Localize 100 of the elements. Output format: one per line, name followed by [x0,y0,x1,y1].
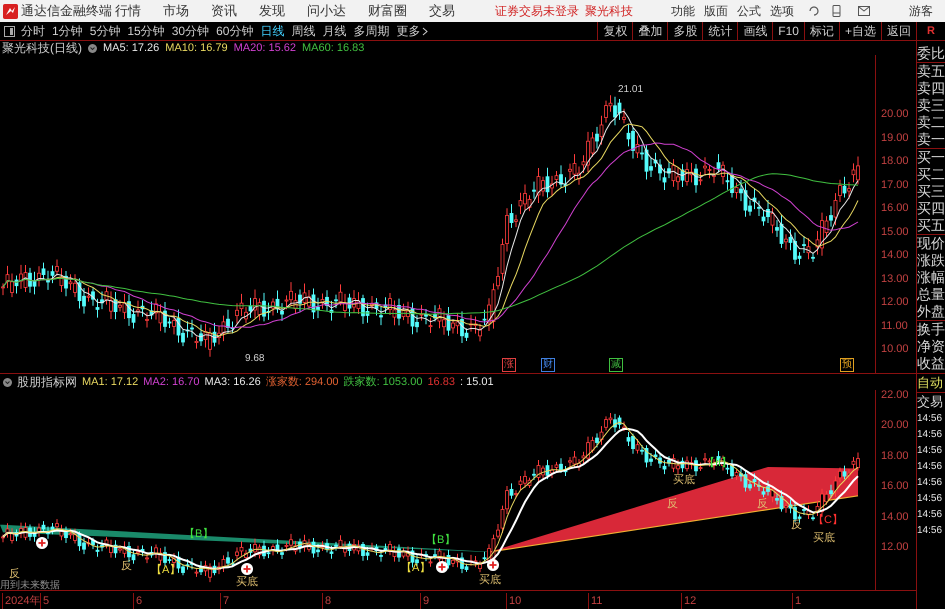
menu-item[interactable]: 问小达 [307,1,346,21]
mail-icon[interactable] [858,6,870,16]
quote-label: 卖四 [917,80,945,97]
quote-label: 卖二 [917,114,945,131]
toolbar-button[interactable]: 叠加 [632,22,668,40]
plus-circle-icon [436,561,448,573]
menu-item[interactable]: 资讯 [211,1,237,21]
time-axis-label: 8 [322,593,332,609]
chart-title: 聚光科技(日线) [2,40,82,57]
quote-label: 总量 [917,286,945,303]
time-axis-label: 12 [681,593,696,609]
indicator-value: MA60: 16.83 [302,40,364,56]
axis-label: 12.00 [881,295,909,310]
high-price-label: 21.01 [618,83,644,97]
menu-item[interactable]: 功能 [671,2,695,20]
quote-label: 卖一 [917,131,945,148]
time-axis-label: 11 [588,593,602,609]
axis-label: 16.00 [881,201,909,216]
indicator-value: MA5: 17.26 [103,40,160,56]
indicator-value: 16.83 [427,374,455,390]
quote-label: 买四 [917,200,945,217]
period-tab[interactable]: 60分钟 [216,22,254,40]
period-tab[interactable]: 1分钟 [52,22,83,40]
menu-item[interactable]: 发现 [259,1,285,21]
period-tab[interactable]: 5分钟 [90,22,120,40]
period-tab[interactable]: 更多 [396,22,428,40]
event-marker: 预 [840,358,854,372]
axis-label: 12.00 [881,540,909,555]
plus-circle-icon [487,559,499,571]
time-axis-label: 9 [420,593,430,609]
period-tab[interactable]: 月线 [322,22,346,40]
indicator-value: 跌家数: 1053.00 [344,374,422,390]
period-tab[interactable]: 日线 [260,22,284,40]
trade-time: 14:56 [917,492,944,506]
axis-label: 22.00 [881,388,909,403]
plus-circle-icon [241,563,253,575]
auto-label: 自动 [917,374,944,392]
period-tab[interactable]: 多周期 [353,22,390,40]
axis-label: 14.00 [881,248,909,263]
period-tab[interactable]: 周线 [291,22,316,40]
menu-item[interactable]: 财富圈 [368,1,407,21]
quote-label: 外盘 [917,303,945,320]
menu-item[interactable]: 行情 [115,1,141,21]
trade-time: 14:56 [917,428,944,442]
user-label[interactable]: 游客 [909,2,933,20]
menu-item[interactable]: 版面 [704,2,728,20]
signal-label: 反 [790,519,803,531]
trade-time: 14:56 [917,460,944,474]
indicator-value: MA3: 16.26 [204,374,261,390]
quote-label: 委比 [917,45,945,62]
trade-time: 14:56 [917,412,944,426]
period-tab[interactable]: 15分钟 [127,22,165,40]
signal-label: 【C】 [812,514,844,526]
trade-time: 14:56 [917,444,944,458]
axis-label: 18.00 [881,448,909,464]
r-button[interactable]: R [916,22,945,40]
phone-icon[interactable] [832,5,841,17]
indicator-value: MA10: 16.79 [165,40,228,56]
signal-label: 【A】 [400,562,432,574]
trade-label: 交易 [917,392,945,411]
axis-label: 10.00 [881,342,909,357]
signal-label: 买底 [478,574,502,586]
event-marker: 减 [609,358,623,372]
menu-item[interactable]: 市场 [163,1,189,21]
chevron-right-icon [422,26,428,36]
refresh-icon[interactable] [808,5,820,17]
dropdown-icon[interactable] [3,378,12,386]
quote-label: 净资 [917,338,945,355]
indicator-title: 股朋指标网 [17,374,77,391]
time-axis-label: 6 [133,593,142,609]
quote-label: 换手 [917,320,945,338]
toolbar-button[interactable]: 统计 [702,22,738,40]
signal-label: 买底 [235,576,259,588]
menu-item[interactable]: 公式 [737,2,761,20]
axis-label: 14.00 [881,510,909,525]
quote-label: 买三 [917,183,945,200]
time-axis-label: 10 [506,593,522,609]
toolbar-button[interactable]: F10 [772,22,804,40]
signal-label: 反 [120,560,133,572]
signal-label: 反 [8,568,20,580]
trade-time: 14:56 [917,508,944,522]
time-axis-label: 1 [792,593,802,609]
axis-label: 11.00 [881,318,908,334]
toolbar-button[interactable]: 标记 [804,22,839,40]
signal-label: 反 [756,498,769,510]
period-tab[interactable]: 30分钟 [172,22,210,40]
indicator-value: MA20: 15.62 [234,40,296,56]
menu-item[interactable]: 选项 [770,2,794,20]
dropdown-icon[interactable] [88,44,97,52]
toolbar-button[interactable]: +自选 [838,22,881,40]
indicator-value: : 15.01 [460,374,494,390]
toolbar-button[interactable]: 复权 [597,22,632,40]
panel-toggle-icon[interactable] [4,26,15,36]
axis-label: 16.00 [881,479,909,494]
toolbar-button[interactable]: 画线 [737,22,772,40]
toolbar-button[interactable]: 多股 [667,22,702,40]
period-tab[interactable]: 分时 [21,22,45,40]
toolbar-button[interactable]: 返回 [881,22,916,40]
menu-item[interactable]: 交易 [429,1,455,21]
axis-label: 15.00 [881,224,909,240]
